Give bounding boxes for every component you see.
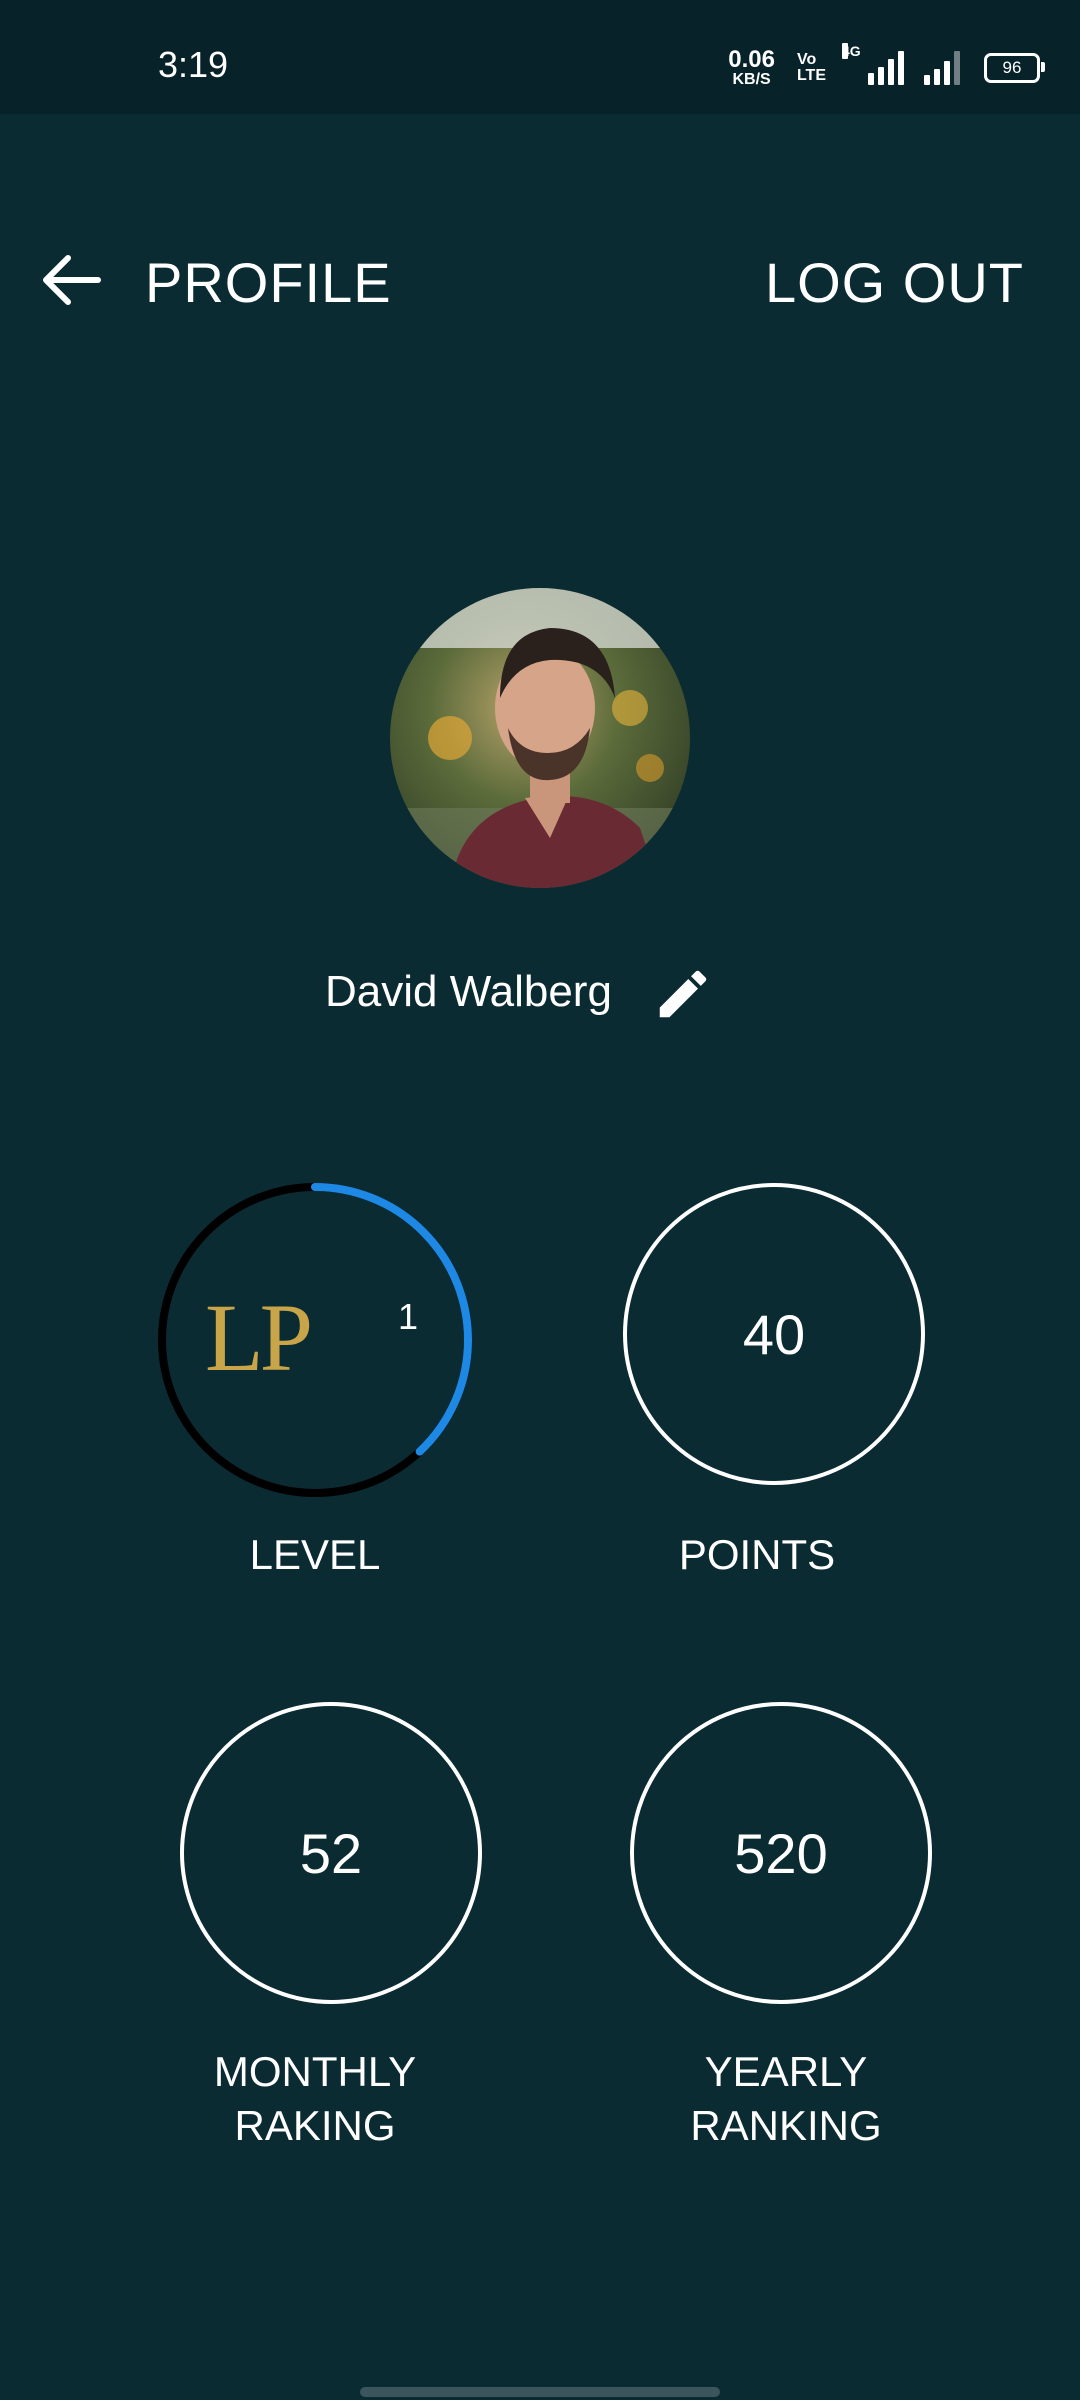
yearly-ranking-value: 520 (734, 1821, 828, 1885)
level-label: LEVEL (249, 1531, 381, 1578)
back-button[interactable] (36, 250, 106, 310)
arrow-left-icon (43, 255, 101, 305)
signal-icon (924, 51, 964, 85)
level-value: 1 (398, 1296, 419, 1337)
edit-name-button[interactable] (652, 963, 714, 1025)
status-bar: 3:19 0.06 KB/S Vo LTE 4G 96 (0, 0, 1080, 114)
yearly-ranking-ring: 520 (630, 1702, 932, 2004)
monthly-ranking-label: MONTHLY RAKING (213, 2048, 417, 2149)
name-row: David Walberg (0, 955, 1080, 1025)
avatar[interactable] (390, 588, 690, 888)
status-time: 3:19 (158, 44, 229, 85)
status-icons: 0.06 KB/S Vo LTE 4G 96 (728, 43, 1045, 92)
net-speed: 0.06 KB/S (728, 46, 775, 88)
lp-logo-text: LP (205, 1284, 313, 1391)
volte-icon: Vo LTE (796, 51, 826, 84)
pencil-icon (659, 970, 707, 1018)
logout-button[interactable]: LOG OUT (765, 250, 1024, 315)
battery-icon: 96 (984, 53, 1045, 83)
profile-photo (390, 588, 690, 888)
home-indicator (360, 2387, 720, 2397)
points-value: 40 (742, 1302, 806, 1366)
page-title: PROFILE (145, 251, 392, 314)
points-ring: 40 (623, 1183, 925, 1485)
monthly-ranking-value: 52 (299, 1821, 363, 1885)
signal-4g-icon: 4G (842, 43, 908, 85)
points-label: POINTS (678, 1531, 836, 1578)
monthly-ranking-ring: 52 (180, 1702, 482, 2004)
user-name: David Walberg (325, 967, 612, 1016)
app-header: PROFILE LOG OUT (0, 230, 1080, 330)
yearly-ranking-label: YEARLY RANKING (690, 2048, 882, 2149)
